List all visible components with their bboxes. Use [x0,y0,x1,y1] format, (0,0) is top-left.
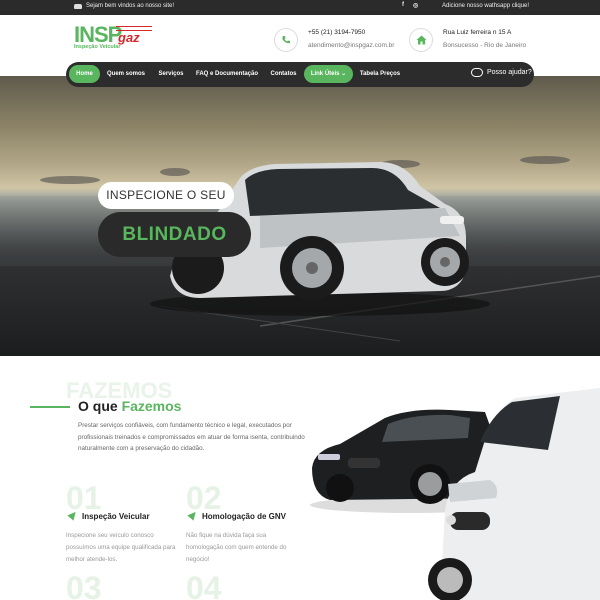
contact-email[interactable]: atendimento@inspgaz.com.br [308,42,394,49]
service-title[interactable]: Inspeção Veicular [82,512,150,521]
top-bar: Sejam bem vindos ao nosso site! f ◎ Adic… [0,0,600,15]
cars-illustration [310,388,600,600]
nav-tabela-precos[interactable]: Tabela Preços [359,65,401,83]
service-number: 03 [66,570,102,600]
service-description: Não fique na dúvida faça sua homologação… [186,532,287,563]
nav-faq[interactable]: FAQ e Documentação [195,65,259,83]
welcome-message: Sejam bem vindos ao nosso site! [74,3,174,9]
phone-number[interactable]: +55 (21) 3194-7950 [308,29,365,36]
help-label: Posso ajudar? [487,69,532,76]
main-nav: Home Quem somos Serviços FAQ e Documenta… [66,62,534,87]
welcome-text: Sejam bem vindos ao nosso site! [86,3,175,9]
section-title-prefix: O que [78,398,122,414]
chat-icon [471,68,483,77]
street-address: Rua Luiz ferreira n 15 A [443,29,512,36]
whatsapp-link[interactable]: Adicione nosso wathsapp clique! [442,3,529,9]
nav-quem-somos[interactable]: Quem somos [105,65,147,83]
hero-headline-pill: INSPECIONE O SEU [98,182,234,209]
section-title: O que Fazemos [78,398,181,414]
logo-tagline: Inspeção Veicular [74,44,121,50]
section-description: Prestar serviços confiáveis, com fundame… [78,422,305,452]
nav-link-uteis[interactable]: Link Úteis ⌄ [304,65,353,83]
section-title-highlight: Fazemos [121,398,182,414]
title-accent-line [30,406,70,408]
nav-servicos[interactable]: Serviços [155,65,187,83]
site-logo[interactable]: INSP gaz Inspeção Veicular [74,22,154,54]
service-number: 04 [186,570,222,600]
hero-banner: INSPECIONE O SEU BLINDADO [0,76,600,356]
suv-illustration [150,162,600,342]
logo-accent-text: gaz [118,30,140,45]
facebook-icon[interactable]: f [402,2,404,9]
car-icon [74,3,82,9]
service-description: Inspecione seu veículo conosco possuímos… [66,532,176,563]
nav-contatos[interactable]: Contatos [267,65,300,83]
district-address: Bonsucesso - Rio de Janeiro [443,42,527,49]
instagram-icon[interactable]: ◎ [413,2,418,9]
hero-highlight-pill: BLINDADO [98,212,251,257]
service-title[interactable]: Homologação de GNV [202,512,286,521]
nav-home[interactable]: Home [69,65,100,83]
phone-icon [274,28,298,52]
home-icon [409,28,433,52]
help-button[interactable]: Posso ajudar? [471,68,532,77]
social-links: f ◎ [402,2,418,9]
